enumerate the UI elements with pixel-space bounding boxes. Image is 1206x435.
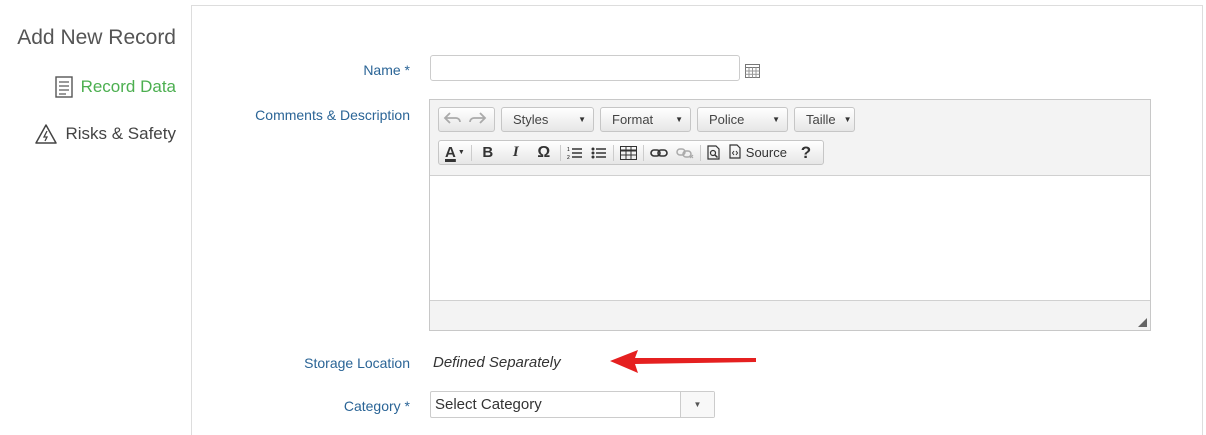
comments-label: Comments & Description: [255, 107, 410, 123]
document-icon: [54, 76, 73, 98]
bullet-list-icon[interactable]: [587, 141, 611, 164]
source-label: Source: [745, 145, 787, 160]
italic-icon[interactable]: I: [502, 141, 530, 164]
sidebar-item-risks-safety[interactable]: Risks & Safety: [35, 124, 176, 144]
bold-icon[interactable]: B: [474, 141, 502, 164]
font-dropdown[interactable]: Police ▼: [697, 107, 788, 132]
format-label: Format: [612, 112, 654, 127]
chevron-down-icon[interactable]: ▼: [680, 392, 714, 417]
text-color-button[interactable]: A ▼: [441, 141, 469, 164]
unlink-icon[interactable]: [672, 141, 698, 164]
styles-label: Styles: [513, 112, 549, 127]
toolbar-separator: [642, 144, 644, 161]
help-icon[interactable]: ?: [791, 141, 821, 164]
styles-dropdown[interactable]: Styles ▼: [501, 107, 594, 132]
chevron-down-icon: ▼: [843, 115, 852, 124]
toolbar-row-2: A ▼ B I Ω 12 Source ?: [438, 140, 824, 165]
toolbar-separator: [699, 144, 701, 161]
link-icon[interactable]: [646, 141, 672, 164]
source-button[interactable]: Source: [725, 141, 791, 164]
undo-button[interactable]: [439, 108, 465, 131]
toolbar-row-1: Styles ▼ Format ▼ Police ▼ Taille ▼: [438, 107, 855, 132]
sidebar-item-label: Record Data: [80, 77, 176, 96]
font-label: Police: [709, 112, 745, 127]
category-label: Category *: [343, 398, 410, 414]
size-dropdown[interactable]: Taille ▼: [794, 107, 855, 132]
warning-icon: [35, 124, 58, 144]
category-select[interactable]: Select Category ▼: [430, 391, 715, 418]
toolbar-separator: [612, 144, 614, 161]
editor-content-area[interactable]: [430, 175, 1150, 301]
chevron-down-icon: ▼: [675, 115, 683, 124]
red-arrow-icon: [608, 346, 758, 381]
svg-text:2: 2: [567, 155, 570, 160]
chevron-down-icon: ▼: [578, 115, 586, 124]
sidebar-item-record-data[interactable]: Record Data: [54, 76, 176, 98]
category-select-value: Select Category: [435, 396, 542, 413]
storage-location-label: Storage Location: [304, 355, 410, 371]
table-icon[interactable]: [616, 141, 641, 164]
preview-icon[interactable]: [703, 141, 725, 164]
name-input[interactable]: [430, 55, 740, 81]
text-format-group: A ▼ B I Ω 12 Source ?: [438, 140, 824, 165]
toolbar-separator: [559, 144, 561, 161]
redo-button[interactable]: [465, 108, 491, 131]
redo-icon: [469, 111, 487, 128]
format-dropdown[interactable]: Format ▼: [600, 107, 691, 132]
numbered-list-icon[interactable]: 12: [563, 141, 587, 164]
source-icon: [729, 143, 742, 162]
sidebar-item-label: Risks & Safety: [65, 124, 176, 143]
sidebar: Add New Record Record Data Risks & Safet…: [0, 0, 190, 426]
toolbar-separator: [470, 144, 472, 161]
undo-icon: [443, 111, 461, 128]
rich-text-editor: Styles ▼ Format ▼ Police ▼ Taille ▼ A ▼ B: [429, 99, 1151, 331]
name-label: Name *: [363, 62, 410, 78]
calculator-icon[interactable]: [745, 64, 760, 83]
text-color-icon: A ▼: [445, 144, 465, 161]
svg-text:1: 1: [567, 147, 570, 153]
undo-redo-group: [438, 107, 495, 132]
size-label: Taille: [806, 112, 836, 127]
resize-handle-icon[interactable]: [1138, 318, 1147, 327]
omega-icon[interactable]: Ω: [530, 141, 558, 164]
form-panel: Name * Comments & Description Styles ▼ F…: [191, 5, 1203, 435]
storage-location-value: Defined Separately: [433, 354, 561, 371]
page-title: Add New Record: [17, 26, 176, 49]
chevron-down-icon: ▼: [772, 115, 780, 124]
